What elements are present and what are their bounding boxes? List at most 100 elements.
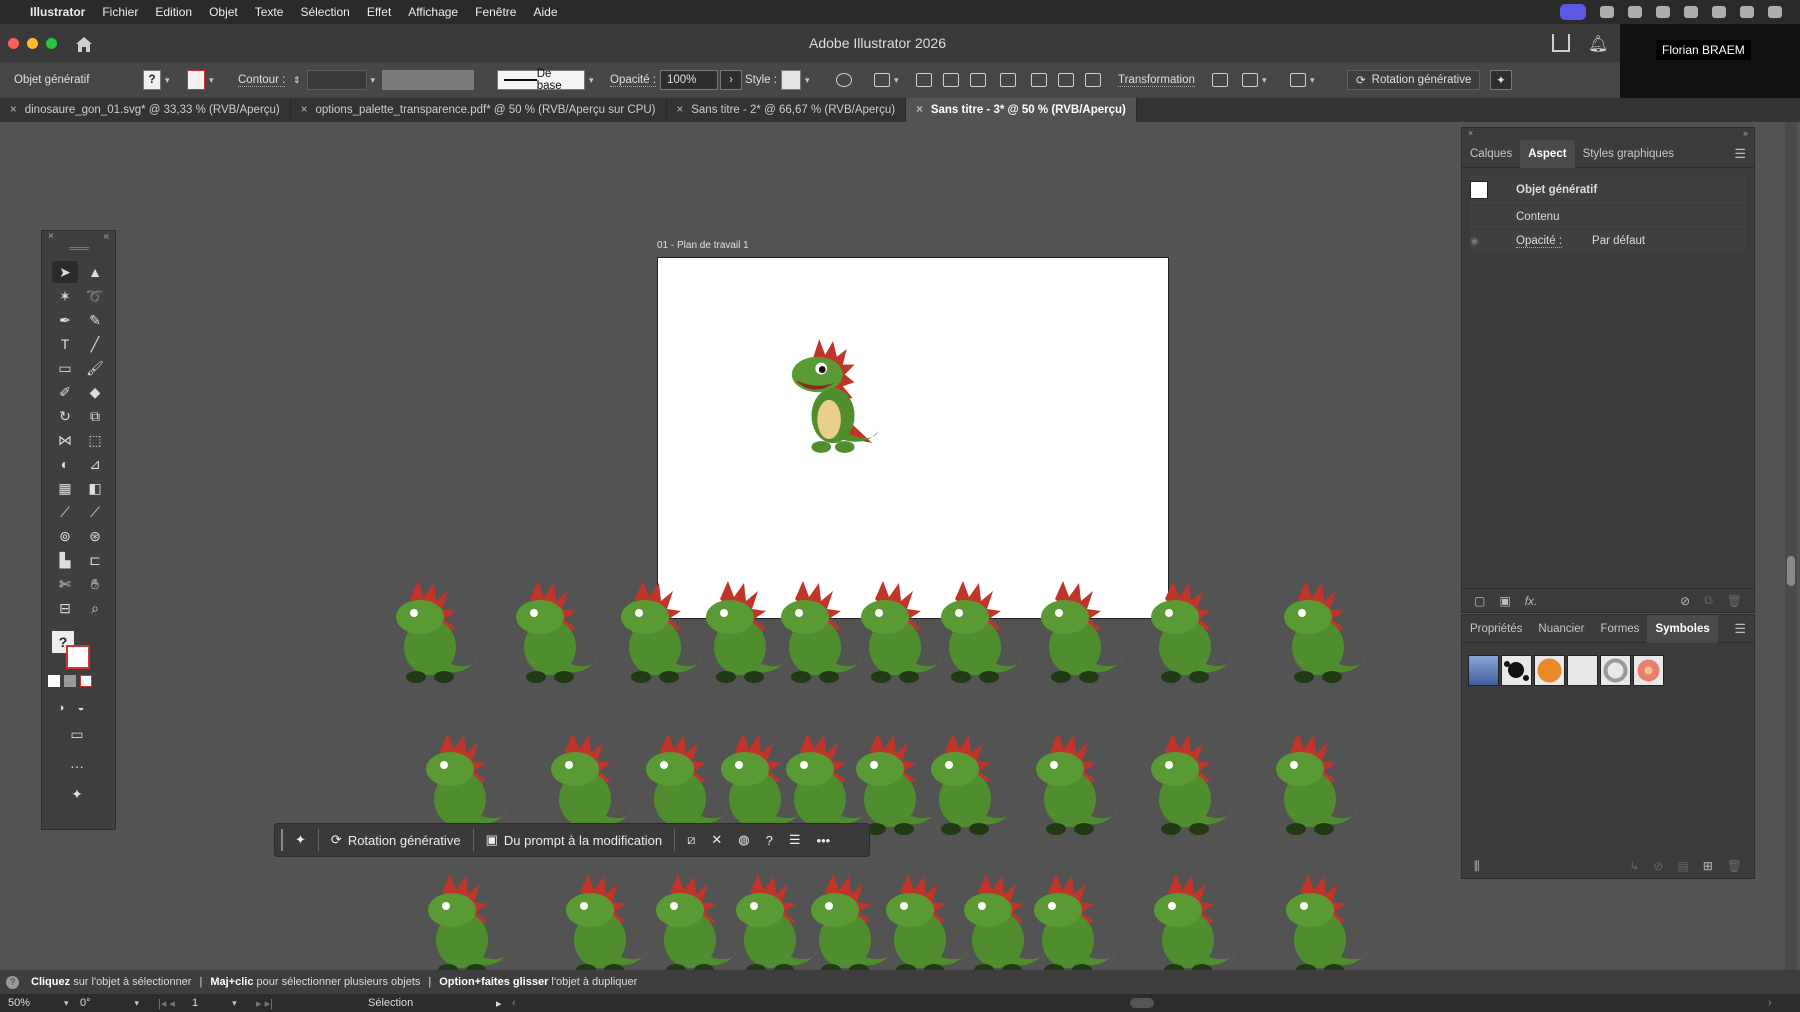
duplicate-item-icon[interactable]: ⧉ (1704, 593, 1713, 608)
symbol-ink-splat[interactable] (1501, 655, 1532, 686)
curvature-tool-icon[interactable]: ✎ (82, 309, 108, 331)
print-tiling-tool-icon[interactable]: ⊟ (52, 597, 78, 619)
horizontal-scroll-thumb[interactable] (1130, 998, 1154, 1008)
zoom-tool-icon[interactable]: ⌕ (82, 597, 108, 619)
mask-icon[interactable]: ▾ (1242, 69, 1267, 91)
collapse-panel-icon[interactable]: « (103, 231, 109, 247)
fx-icon[interactable]: fx. (1525, 594, 1538, 608)
rectangle-tool-icon[interactable]: ▭ (52, 357, 78, 379)
symbol-libraries-icon[interactable]: ⫼ (1474, 859, 1480, 874)
shape-builder-tool-icon[interactable]: ◐ (52, 453, 78, 475)
graphic-style-swatch[interactable]: ▾ (781, 69, 810, 91)
stroke-profile-dropdown[interactable]: De base ▾ (497, 68, 594, 92)
eraser-tool-icon[interactable]: ◆ (82, 381, 108, 403)
shaper-tool-icon[interactable]: ✐ (52, 381, 78, 403)
taskbar-more-icon[interactable]: ••• (809, 827, 839, 853)
tab-proprietes[interactable]: Propriétés (1462, 615, 1530, 643)
appearance-object-row[interactable]: Objet génératif (1470, 176, 1746, 204)
hand-tool-icon[interactable]: ✋︎ (82, 573, 108, 595)
vertical-scrollbar[interactable] (1785, 122, 1797, 970)
share-icon[interactable] (1552, 34, 1570, 52)
tab-aspect[interactable]: Aspect (1520, 139, 1575, 168)
generated-rotation-1-2[interactable] (500, 577, 600, 687)
symbol-pink-flower[interactable] (1633, 655, 1664, 686)
perspective-tool-icon[interactable]: ⊿ (82, 453, 108, 475)
close-panel-icon[interactable]: × (1468, 128, 1473, 140)
symbol-white-frame[interactable] (1567, 655, 1598, 686)
appearance-content-row[interactable]: Contenu (1470, 206, 1746, 228)
type-tool-icon[interactable]: T (52, 333, 78, 355)
menu-fichier[interactable]: Fichier (102, 5, 138, 19)
symbol-blue-banner[interactable] (1468, 655, 1499, 686)
tab-nuancier[interactable]: Nuancier (1530, 615, 1592, 643)
brush-tool-icon[interactable]: 🖌︎ (82, 357, 108, 379)
generated-rotation-3-9[interactable] (1138, 870, 1238, 970)
align-hcenter-icon[interactable] (943, 69, 959, 91)
sparkle-icon[interactable] (1684, 6, 1698, 18)
taskbar-help-icon[interactable]: ? (758, 827, 781, 853)
pen-tool-icon[interactable]: ✒ (52, 309, 78, 331)
tab-options-palette[interactable]: × options_palette_transparence.pdf* @ 50 … (291, 98, 667, 122)
generated-rotation-3-2[interactable] (550, 870, 650, 970)
close-tab-icon[interactable]: × (10, 104, 17, 116)
delete-symbol-icon[interactable]: 🗑︎ (1727, 859, 1742, 873)
menu-texte[interactable]: Texte (255, 5, 284, 19)
artboard-next-last[interactable]: ▸ ▸| (256, 996, 273, 1010)
screen-mode-icon[interactable]: ▭ (64, 723, 90, 745)
artboard-number-dropdown[interactable]: 1 ▾ (192, 996, 237, 1010)
generated-rotation-1-1[interactable] (380, 577, 480, 687)
generated-rotation-2-7[interactable] (915, 729, 1015, 839)
generated-rotation-1-10[interactable] (1268, 577, 1368, 687)
symbol-options-icon[interactable]: ▤ (1677, 859, 1688, 873)
transformation-link[interactable]: Transformation (1118, 69, 1195, 91)
menu-affichage[interactable]: Affichage (408, 5, 458, 19)
wifi-icon[interactable] (1768, 6, 1782, 18)
artboard-first-prev[interactable]: |◂ ◂ (158, 996, 175, 1010)
menu-effet[interactable]: Effet (367, 5, 391, 19)
taskbar-pin-icon[interactable]: ✦ (287, 827, 314, 853)
stroke-swatch[interactable]: ▾ (187, 69, 214, 91)
tab-symboles[interactable]: Symboles (1647, 614, 1718, 643)
screen-share-icon[interactable] (1560, 4, 1586, 20)
align-left-icon[interactable] (916, 69, 932, 91)
menu-objet[interactable]: Objet (209, 5, 238, 19)
isolate-icon[interactable] (1212, 69, 1228, 91)
mesh-tool-icon[interactable]: ▦ (52, 477, 78, 499)
gradient-tool-icon[interactable]: ◧ (82, 477, 108, 499)
selection-tool-icon[interactable]: ➤ (52, 261, 78, 283)
align-vcenter-icon[interactable] (1058, 69, 1074, 91)
envelope-icon[interactable]: ▾ (1290, 69, 1315, 91)
rotate-tool-icon[interactable]: ↻ (52, 405, 78, 427)
gradient-mode-icon[interactable] (64, 675, 76, 687)
more-tools-icon[interactable]: ··· (64, 755, 90, 777)
generated-rotation-3-8[interactable] (1018, 870, 1118, 970)
clock-icon[interactable] (1712, 6, 1726, 18)
generated-rotation-2-10[interactable] (1260, 729, 1360, 839)
blend-tool-icon[interactable]: ⊚ (52, 525, 78, 547)
dinosaur-generated-object[interactable] (784, 334, 882, 458)
symbol-gray-ring[interactable] (1600, 655, 1631, 686)
magic-wand-tool-icon[interactable]: ✶ (52, 285, 78, 307)
symbol-orange-button[interactable] (1534, 655, 1565, 686)
color-mode-icon[interactable] (48, 675, 60, 687)
distribute-icon[interactable] (1000, 69, 1016, 91)
generated-rotation-2-9[interactable] (1135, 729, 1235, 839)
clear-appearance-icon[interactable]: ⊘ (1680, 594, 1690, 608)
help-icon[interactable]: ? (6, 975, 19, 989)
new-symbol-icon[interactable]: ⊞ (1703, 859, 1713, 873)
scroll-left-arrow[interactable]: ‹ (512, 996, 516, 1010)
creative-cloud-icon[interactable] (1628, 6, 1642, 18)
slice-tool-icon[interactable]: ✄ (52, 573, 78, 595)
delete-item-icon[interactable]: 🗑︎ (1727, 594, 1742, 608)
tab-styles-graphiques[interactable]: Styles graphiques (1575, 140, 1682, 168)
ai-pin-tool-icon[interactable]: ✦ (64, 783, 90, 805)
scale-tool-icon[interactable]: ⧉ (82, 405, 108, 427)
rotation-dropdown[interactable]: 0° ▾ (80, 996, 139, 1010)
none-mode-icon[interactable] (80, 675, 92, 687)
tab-dinosaure[interactable]: × dinosaure_gon_01.svg* @ 33,33 % (RVB/Ap… (0, 98, 291, 122)
free-transform-tool-icon[interactable]: ⬚ (82, 429, 108, 451)
close-tab-icon[interactable]: × (916, 104, 923, 116)
menu-edition[interactable]: Edition (155, 5, 192, 19)
artboard[interactable] (657, 257, 1169, 619)
generated-rotation-3-1[interactable] (412, 870, 512, 970)
